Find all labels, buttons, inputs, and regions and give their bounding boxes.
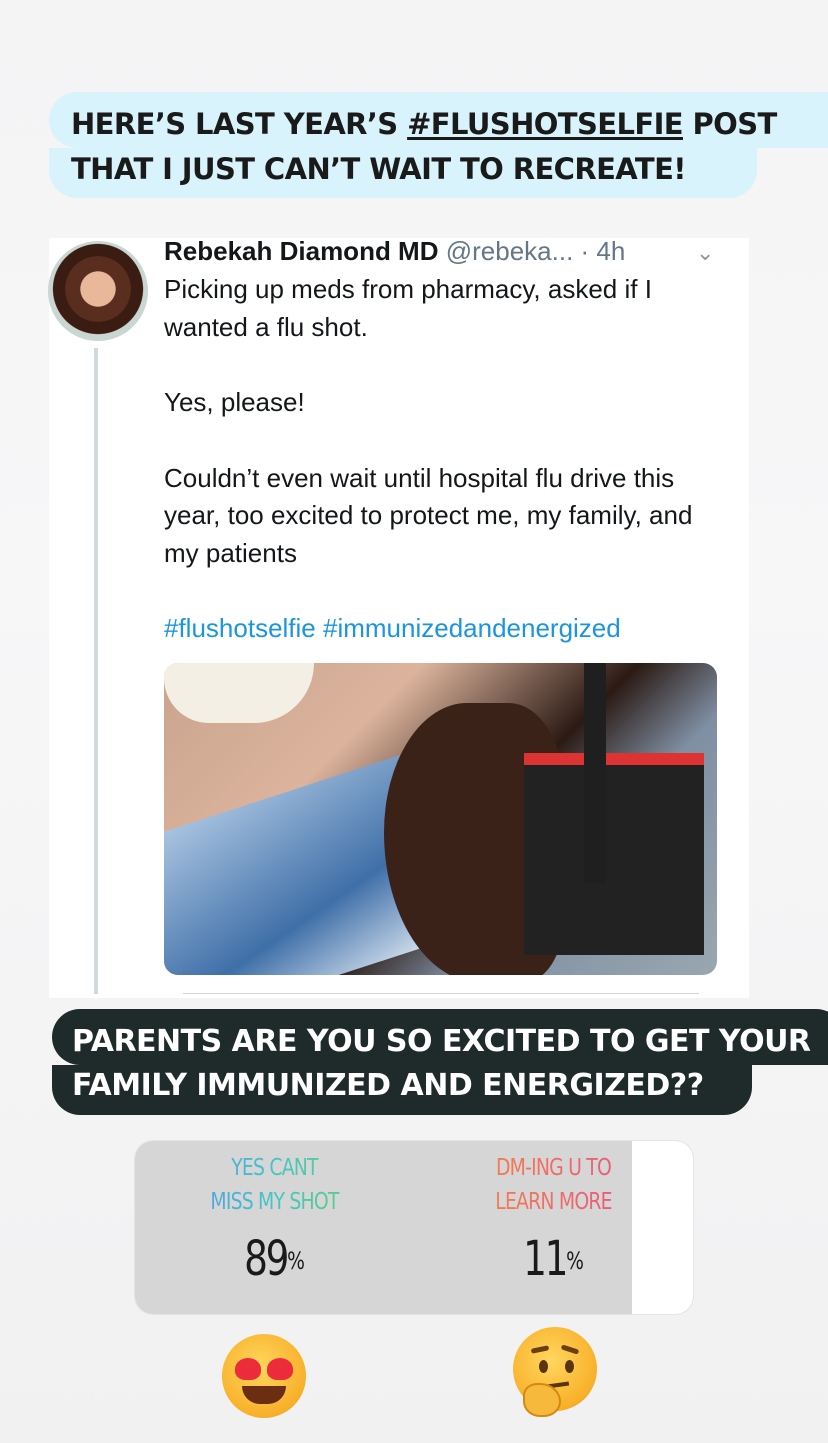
- poll-option-dm-percent: 11%: [523, 1231, 584, 1287]
- thinking-face-emoji-icon: [513, 1327, 597, 1417]
- tweet-author-name[interactable]: Rebekah Diamond MD: [164, 236, 439, 266]
- poll-option-dm-line-2: LEARN MORE: [495, 1189, 612, 1215]
- tweet-paragraph-3: Couldn’t even wait until hospital flu dr…: [164, 462, 693, 568]
- poll-sticker[interactable]: YES CANT MISS MY SHOT 89% DM-ING U TO LE…: [135, 1141, 693, 1314]
- tweet-timestamp: · 4h: [580, 236, 626, 266]
- caption-top-line-2: THAT I JUST CAN’T WAIT TO RECREATE!: [49, 148, 757, 198]
- tweet-paragraph-2: Yes, please!: [164, 387, 305, 417]
- poll-option-yes-label: YES CANT MISS MY SHOT: [160, 1151, 389, 1219]
- poll-option-yes-line-2: MISS MY SHOT: [210, 1189, 339, 1215]
- poll-option-yes-percent: 89%: [244, 1231, 305, 1287]
- caption-top-text-post: POST: [682, 107, 777, 141]
- poll-option-dm-line-1: DM-ING U TO: [495, 1155, 612, 1181]
- caption-bottom-line-1: PARENTS ARE YOU SO EXCITED TO GET YOUR: [52, 1009, 828, 1065]
- emoji-eye-left: [539, 1360, 548, 1373]
- poll-option-yes-line-1: YES CANT: [231, 1155, 318, 1181]
- heart-eye-left: [235, 1358, 261, 1380]
- emoji-brow-right: [560, 1344, 580, 1355]
- caption-hashtag: #FLUSHOTSELFIE: [407, 107, 683, 141]
- caption-top-text-pre: HERE’S LAST YEAR’S: [71, 107, 408, 141]
- photo-smile: [164, 663, 314, 723]
- poll-option-yes[interactable]: YES CANT MISS MY SHOT 89%: [135, 1141, 414, 1314]
- emoji-eye-right: [565, 1360, 574, 1373]
- tweet-body: Picking up meds from pharmacy, asked if …: [164, 271, 734, 686]
- tweet-hashtags[interactable]: #flushotselfie #immunizedandenergized: [164, 610, 734, 648]
- poll-option-dm[interactable]: DM-ING U TO LEARN MORE 11%: [414, 1141, 693, 1314]
- caption-bottom-line-2: FAMILY IMMUNIZED AND ENERGIZED??: [52, 1065, 752, 1115]
- tweet-author-handle[interactable]: @rebeka...: [446, 236, 574, 266]
- tweet-header: Rebekah Diamond MD @rebeka... · 4h: [164, 236, 625, 267]
- photo-bin: [524, 753, 704, 955]
- tweet-paragraph-1: Picking up meds from pharmacy, asked if …: [164, 274, 652, 342]
- avatar[interactable]: [48, 241, 148, 341]
- tweet-photo[interactable]: [164, 663, 717, 975]
- heart-eye-right: [267, 1358, 293, 1380]
- tweet-divider: [183, 993, 699, 994]
- poll-option-dm-label: DM-ING U TO LEARN MORE: [439, 1151, 668, 1219]
- chevron-down-icon[interactable]: ⌄: [696, 240, 714, 266]
- emoji-mouth: [242, 1386, 286, 1404]
- caption-top-line-1: HERE’S LAST YEAR’S #FLUSHOTSELFIE POST: [49, 92, 828, 148]
- emoji-brow-left: [530, 1345, 550, 1354]
- emoji-hand: [523, 1383, 561, 1417]
- photo-pole: [584, 663, 606, 883]
- heart-eyes-emoji-icon: [222, 1334, 306, 1418]
- thread-line: [94, 348, 98, 994]
